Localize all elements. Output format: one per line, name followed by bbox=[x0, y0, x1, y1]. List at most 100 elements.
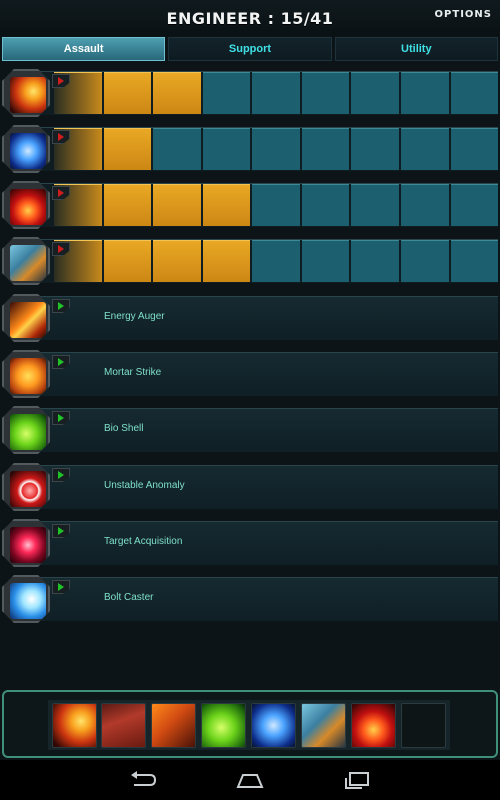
level-segment-empty bbox=[252, 240, 300, 282]
skill-icon-frame[interactable] bbox=[2, 294, 50, 342]
level-segment-filled bbox=[103, 128, 152, 170]
skill-icon-frame[interactable] bbox=[2, 575, 50, 623]
skill-icon-frame[interactable] bbox=[2, 463, 50, 511]
empty-slot[interactable] bbox=[401, 703, 446, 748]
bolt-caster-icon bbox=[10, 583, 46, 619]
skill-icon-frame[interactable] bbox=[2, 181, 50, 229]
level-segment-filled bbox=[103, 240, 152, 282]
mortar-strike-icon bbox=[10, 358, 46, 394]
skill-icon-frame[interactable] bbox=[2, 350, 50, 398]
level-segment-filled bbox=[202, 240, 251, 282]
red-arrow-icon bbox=[58, 133, 64, 141]
level-segment-filled bbox=[153, 240, 201, 282]
level-segment-empty bbox=[301, 184, 350, 226]
level-segment-empty bbox=[400, 184, 449, 226]
skill-icon-frame[interactable] bbox=[2, 406, 50, 454]
green-arrow-icon bbox=[58, 471, 64, 479]
green-arrow-icon bbox=[58, 358, 64, 366]
level-segment-empty bbox=[252, 184, 300, 226]
level-bar bbox=[54, 240, 499, 282]
skill-row[interactable]: Energy Auger bbox=[0, 293, 500, 343]
skill-icon-frame[interactable] bbox=[2, 519, 50, 567]
green-arrow-icon bbox=[58, 527, 64, 535]
level-segment-filled bbox=[103, 184, 152, 226]
bio-shell-icon bbox=[10, 414, 46, 450]
level-segment-empty bbox=[252, 72, 300, 114]
level-segment-filled bbox=[153, 184, 201, 226]
level-segment-empty bbox=[301, 128, 350, 170]
red-arrow-icon bbox=[58, 189, 64, 197]
recent-apps-icon[interactable] bbox=[342, 770, 372, 790]
page-title: ENGINEER : 15/41 bbox=[166, 9, 334, 28]
skill-row[interactable]: Bio Shell bbox=[0, 405, 500, 455]
tab-bar: Assault Support Utility bbox=[2, 37, 498, 61]
skill-row[interactable]: Bolt Caster bbox=[0, 574, 500, 624]
level-segment-empty bbox=[153, 128, 201, 170]
fireball-icon[interactable] bbox=[52, 703, 97, 748]
level-segment-empty bbox=[351, 240, 399, 282]
skeleton-shock-icon bbox=[10, 133, 46, 169]
green-arrow-icon bbox=[58, 583, 64, 591]
skill-row[interactable]: Target Acquisition bbox=[0, 518, 500, 568]
skill-row[interactable]: Mortar Strike bbox=[0, 349, 500, 399]
bio-shell-icon[interactable] bbox=[201, 703, 246, 748]
tab-support[interactable]: Support bbox=[168, 37, 332, 61]
skill-name: Bio Shell bbox=[104, 423, 144, 434]
skill-name: Energy Auger bbox=[104, 311, 165, 322]
level-segment-empty bbox=[450, 72, 499, 114]
skill-icon-frame[interactable] bbox=[2, 125, 50, 173]
level-segment-empty bbox=[351, 128, 399, 170]
skill-name: Unstable Anomaly bbox=[104, 480, 185, 491]
level-segment-empty bbox=[301, 72, 350, 114]
fire-burst-icon[interactable] bbox=[351, 703, 396, 748]
top-bar: ENGINEER : 15/41 OPTIONS bbox=[0, 0, 500, 36]
level-segment-empty bbox=[252, 128, 300, 170]
tab-utility[interactable]: Utility bbox=[334, 37, 498, 61]
fireball-icon bbox=[10, 77, 46, 113]
red-arrow-icon bbox=[58, 245, 64, 253]
skill-name: Target Acquisition bbox=[104, 536, 183, 547]
level-segment-empty bbox=[400, 128, 449, 170]
cannon-icon[interactable] bbox=[151, 703, 196, 748]
level-segment-filled bbox=[202, 184, 251, 226]
unstable-anomaly-icon bbox=[10, 471, 46, 507]
level-bar bbox=[54, 184, 499, 226]
level-segment-empty bbox=[351, 72, 399, 114]
energy-auger-icon bbox=[10, 302, 46, 338]
hotbar bbox=[0, 690, 500, 760]
home-icon[interactable] bbox=[235, 770, 265, 790]
skill-row[interactable] bbox=[0, 124, 500, 174]
level-segment-filled bbox=[153, 72, 201, 114]
skill-name: Mortar Strike bbox=[104, 367, 162, 378]
skill-name: Bolt Caster bbox=[104, 592, 154, 603]
skill-row[interactable] bbox=[0, 236, 500, 286]
red-arrow-icon bbox=[58, 77, 64, 85]
level-segment-empty bbox=[202, 72, 251, 114]
mech-turret-icon[interactable] bbox=[301, 703, 346, 748]
target-acquisition-icon bbox=[10, 527, 46, 563]
options-button[interactable]: OPTIONS bbox=[435, 9, 492, 20]
level-segment-empty bbox=[450, 128, 499, 170]
level-segment-empty bbox=[202, 128, 251, 170]
skill-row[interactable] bbox=[0, 68, 500, 118]
level-segment-empty bbox=[301, 240, 350, 282]
level-segment-empty bbox=[400, 240, 449, 282]
tab-assault[interactable]: Assault bbox=[2, 37, 166, 61]
level-segment-empty bbox=[450, 184, 499, 226]
system-nav-bar bbox=[0, 760, 500, 800]
mech-turret-icon bbox=[10, 245, 46, 281]
level-bar bbox=[54, 128, 499, 170]
back-icon[interactable] bbox=[128, 770, 158, 790]
skill-row[interactable] bbox=[0, 180, 500, 230]
level-segment-empty bbox=[351, 184, 399, 226]
level-segment-empty bbox=[400, 72, 449, 114]
skeleton-shock-icon[interactable] bbox=[251, 703, 296, 748]
skill-icon-frame[interactable] bbox=[2, 69, 50, 117]
level-segment-empty bbox=[450, 240, 499, 282]
fire-burst-icon bbox=[10, 189, 46, 225]
skill-row[interactable]: Unstable Anomaly bbox=[0, 462, 500, 512]
green-arrow-icon bbox=[58, 302, 64, 310]
level-segment-filled bbox=[103, 72, 152, 114]
walker-mech-icon[interactable] bbox=[101, 703, 146, 748]
skill-icon-frame[interactable] bbox=[2, 237, 50, 285]
